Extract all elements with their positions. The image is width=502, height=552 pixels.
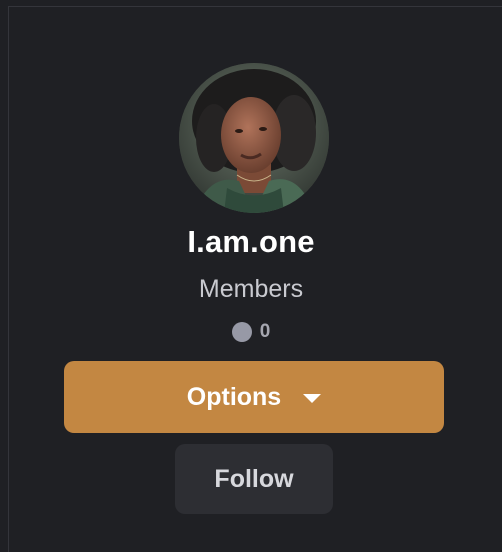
avatar[interactable] xyxy=(179,63,329,213)
member-role: Members xyxy=(198,275,304,303)
profile-card: I.am.one Members 0 Options Follow xyxy=(0,0,502,552)
reputation: 0 xyxy=(0,320,502,344)
caret-down-icon xyxy=(303,393,322,403)
options-button[interactable]: Options xyxy=(64,361,444,433)
profile-name[interactable]: I.am.one xyxy=(0,222,502,262)
avatar-photo xyxy=(179,63,329,213)
options-label: Options xyxy=(186,383,282,411)
follow-button[interactable]: Follow xyxy=(175,444,333,514)
follow-label: Follow xyxy=(214,465,294,493)
circle-dot-icon xyxy=(231,322,252,342)
reputation-count: 0 xyxy=(259,321,271,342)
